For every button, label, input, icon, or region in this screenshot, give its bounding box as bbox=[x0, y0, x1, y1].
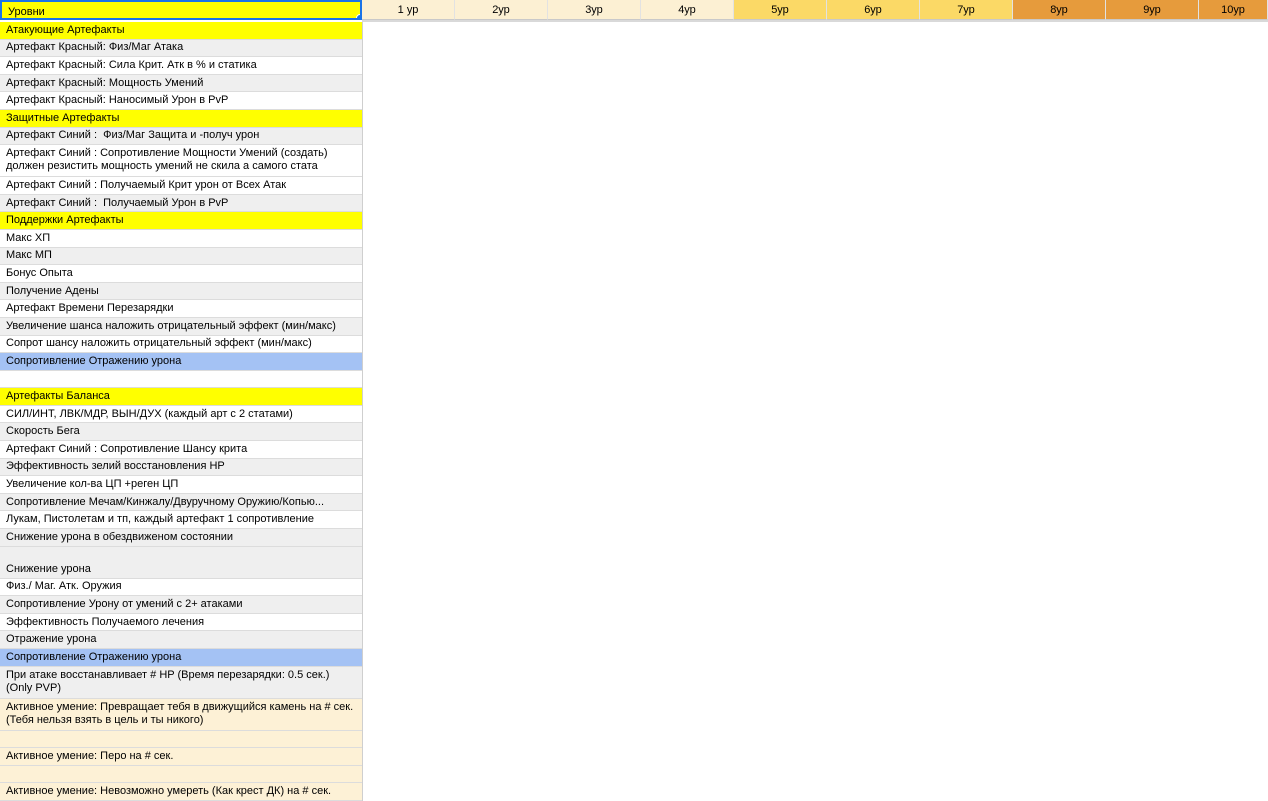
header-cell-levels[interactable]: Уровни bbox=[0, 0, 362, 20]
column-header-row: Уровни 1 ур 2ур 3ур 4ур 5ур 6ур 7ур 8ур … bbox=[0, 0, 1268, 20]
artifact-cell[interactable]: Артефакт Красный: Физ/Маг Атака bbox=[0, 39, 362, 58]
artifact-cell[interactable]: Эффективность зелий восстановления HP bbox=[0, 458, 362, 477]
artifact-cell[interactable]: Сопротивление Урону от умений с 2+ атака… bbox=[0, 596, 362, 614]
level-header-10[interactable]: 10ур bbox=[1199, 0, 1268, 20]
artifact-cell[interactable]: Активное умение: Превращает тебя в движу… bbox=[0, 698, 362, 731]
artifact-cell[interactable]: Физ./ Маг. Атк. Оружия bbox=[0, 578, 362, 597]
level-header-2[interactable]: 2ур bbox=[455, 0, 548, 20]
artifact-cell[interactable]: Артефакт Красный: Наносимый Урон в PvP bbox=[0, 92, 362, 110]
level-header-8[interactable]: 8ур bbox=[1013, 0, 1106, 20]
section-header-cell[interactable]: Поддержки Артефакты bbox=[0, 212, 362, 230]
section-header-cell[interactable]: Атакующие Артефакты bbox=[0, 22, 362, 40]
level-header-3[interactable]: 3ур bbox=[548, 0, 641, 20]
header-levels-label: Уровни bbox=[8, 6, 45, 18]
artifact-cell[interactable]: Артефакт Синий : Физ/Маг Защита и -получ… bbox=[0, 127, 362, 146]
artifact-cell[interactable]: Снижение урона bbox=[0, 546, 362, 579]
artifact-cell[interactable]: Отражение урона bbox=[0, 631, 362, 649]
artifact-cell[interactable]: При атаке восстанавливает # HP (Время пе… bbox=[0, 666, 362, 699]
artifact-cell[interactable]: Получение Адены bbox=[0, 282, 362, 301]
artifact-cell[interactable]: Эффективность Получаемого лечения bbox=[0, 613, 362, 632]
artifact-cell[interactable]: Активное умение: Невозможно умереть (Как… bbox=[0, 783, 362, 801]
frozen-row-divider bbox=[362, 20, 1268, 22]
artifact-cell[interactable]: Увеличение кол-ва ЦП +реген ЦП bbox=[0, 476, 362, 494]
artifact-cell[interactable]: Артефакт Синий : Получаемый Урон в PvP bbox=[0, 194, 362, 213]
artifact-cell[interactable]: Макс ХП bbox=[0, 229, 362, 248]
artifact-cell[interactable]: СИЛ/ИНТ, ЛВК/МДР, ВЫН/ДУХ (каждый арт с … bbox=[0, 405, 362, 424]
artifact-cell[interactable]: Артефакт Синий : Получаемый Крит урон от… bbox=[0, 177, 362, 195]
section-header-cell[interactable]: Защитные Артефакты bbox=[0, 109, 362, 128]
level-header-4[interactable]: 4ур bbox=[641, 0, 734, 20]
artifact-cell[interactable]: Артефакт Синий : Сопротивление Шансу кри… bbox=[0, 441, 362, 459]
artifact-cell[interactable]: Артефакт Красный: Мощность Умений bbox=[0, 74, 362, 93]
level-header-7[interactable]: 7ур bbox=[920, 0, 1013, 20]
highlighted-cell[interactable]: Сопротивление Отражению урона bbox=[0, 649, 362, 667]
artifact-cell[interactable]: Увеличение шанса наложить отрицательный … bbox=[0, 317, 362, 336]
artifact-cell[interactable] bbox=[0, 765, 362, 784]
artifact-cell[interactable]: Артефакт Времени Перезарядки bbox=[0, 300, 362, 318]
level-header-5[interactable]: 5ур bbox=[734, 0, 827, 20]
highlighted-cell[interactable]: Сопротивление Отражению урона bbox=[0, 353, 362, 371]
artifact-cell[interactable]: Сопротивление Мечам/Кинжалу/Двуручному О… bbox=[0, 493, 362, 512]
artifact-cell[interactable]: Артефакт Синий : Сопротивление Мощности … bbox=[0, 145, 362, 178]
level-header-1[interactable]: 1 ур bbox=[362, 0, 455, 20]
level-header-9[interactable]: 9ур bbox=[1106, 0, 1199, 20]
artifact-cell[interactable]: Артефакт Красный: Сила Крит. Атк в % и с… bbox=[0, 57, 362, 75]
artifact-cell[interactable]: Макс МП bbox=[0, 247, 362, 266]
artifact-cell[interactable]: Снижение урона в обездвиженом состоянии bbox=[0, 529, 362, 547]
artifact-cell[interactable]: Активное умение: Перо на # сек. bbox=[0, 748, 362, 766]
artifact-cell[interactable]: Сопрот шансу наложить отрицательный эффе… bbox=[0, 335, 362, 354]
artifact-cell[interactable]: Лукам, Пистолетам и тп, каждый артефакт … bbox=[0, 511, 362, 530]
artifact-cell[interactable]: Скорость Бега bbox=[0, 423, 362, 442]
artifact-cell[interactable] bbox=[0, 370, 362, 389]
level-header-6[interactable]: 6ур bbox=[827, 0, 920, 20]
section-header-cell[interactable]: Артефакты Баланса bbox=[0, 388, 362, 406]
artifact-cell[interactable]: Бонус Опыта bbox=[0, 265, 362, 283]
artifact-list-column: Атакующие Артефакты Артефакт Красный: Физ… bbox=[0, 22, 363, 801]
artifact-cell[interactable] bbox=[0, 730, 362, 749]
